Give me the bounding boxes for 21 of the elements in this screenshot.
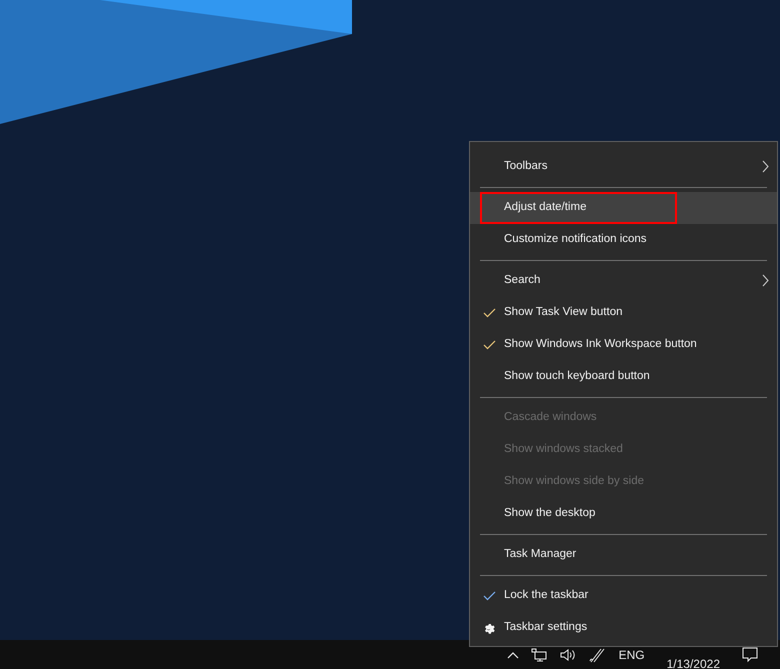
chevron-right-icon	[762, 274, 769, 287]
menu-item[interactable]: Show touch keyboard button	[470, 361, 777, 393]
menu-item[interactable]: Customize notification icons	[470, 224, 777, 256]
menu-item[interactable]: Toolbars	[470, 151, 777, 183]
pen-icon[interactable]	[588, 646, 607, 662]
menu-item[interactable]: Search	[470, 265, 777, 297]
menu-item[interactable]: Show Task View button	[470, 297, 777, 329]
menu-item[interactable]: Show Windows Ink Workspace button	[470, 329, 777, 361]
menu-item[interactable]: Task Manager	[470, 539, 777, 571]
network-icon[interactable]	[530, 648, 547, 662]
menu-item[interactable]: Lock the taskbar	[470, 580, 777, 612]
menu-item[interactable]: Taskbar settings	[470, 612, 777, 644]
volume-icon[interactable]	[558, 648, 577, 662]
menu-item[interactable]: Adjust date/time	[470, 192, 777, 224]
chevron-up-icon[interactable]	[506, 650, 519, 658]
menu-item[interactable]: Show the desktop	[470, 498, 777, 530]
chevron-right-icon	[762, 160, 769, 173]
notification-icon[interactable]	[742, 646, 758, 662]
language-indicator[interactable]: ENG	[618, 646, 645, 664]
taskbar-date[interactable]: 1/13/2022	[666, 655, 720, 669]
gear-icon	[482, 622, 495, 635]
